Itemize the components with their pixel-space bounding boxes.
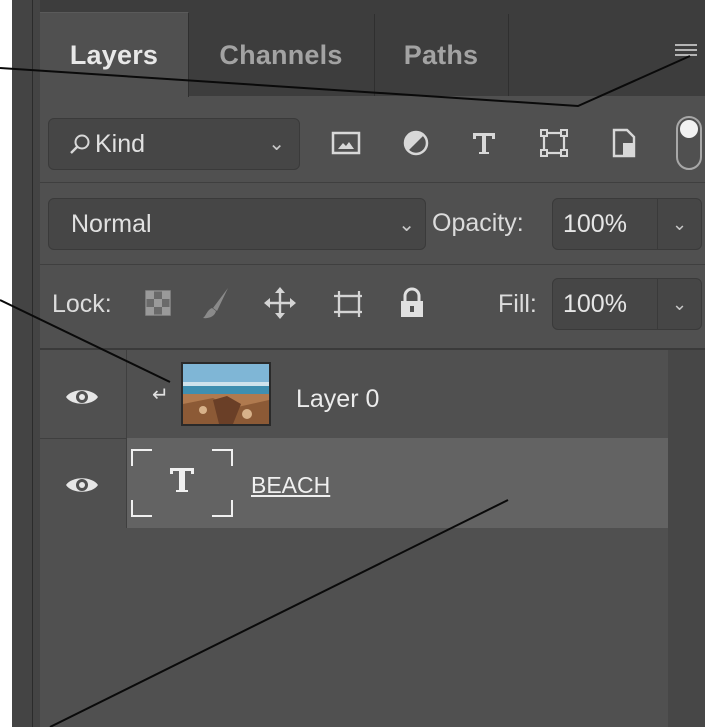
smart-object-filter-icon[interactable]: [604, 123, 644, 163]
fill-value[interactable]: 100%: [553, 279, 658, 329]
lock-image-pixels-icon[interactable]: [196, 283, 236, 323]
clipping-mask-icon: ↵: [152, 384, 169, 406]
layer-name[interactable]: BEACH: [251, 472, 330, 499]
image-filter-icon[interactable]: [326, 123, 366, 163]
lock-all-icon[interactable]: [392, 283, 432, 323]
lock-position-icon[interactable]: [260, 283, 300, 323]
visibility-column: [40, 350, 127, 528]
fill-field[interactable]: 100% ⌄: [552, 278, 702, 330]
chevron-down-icon[interactable]: ⌄: [658, 214, 701, 235]
panel-menu-icon[interactable]: [675, 44, 697, 62]
lock-transparent-pixels-icon[interactable]: [138, 283, 178, 323]
type-filter-icon[interactable]: [464, 123, 504, 163]
layer-thumbnail: [181, 362, 271, 426]
tab-channels[interactable]: Channels: [188, 14, 375, 96]
chevron-down-icon: ⌄: [268, 133, 285, 155]
opacity-field[interactable]: 100% ⌄: [552, 198, 702, 250]
scrollbar[interactable]: [668, 350, 705, 727]
opacity-label: Opacity:: [432, 209, 524, 237]
tab-bar: Layers Channels Paths: [40, 0, 705, 97]
blend-mode-dropdown[interactable]: Normal ⌄: [48, 198, 426, 250]
tab-paths[interactable]: Paths: [374, 14, 509, 96]
adjustment-filter-icon[interactable]: [396, 123, 436, 163]
eye-icon[interactable]: [64, 474, 100, 496]
eye-icon[interactable]: [64, 386, 100, 408]
shape-filter-icon[interactable]: [534, 123, 574, 163]
layer-name[interactable]: Layer 0: [296, 385, 379, 414]
filter-kind-label: Kind: [95, 129, 146, 158]
filter-toggle-icon[interactable]: [676, 116, 702, 170]
chevron-down-icon: ⌄: [398, 214, 415, 236]
opacity-value[interactable]: 100%: [553, 199, 658, 249]
panel-left-edge: [12, 0, 40, 727]
filter-kind-dropdown[interactable]: Kind ⌄: [48, 118, 300, 170]
layers-panel: Layers Channels Paths Kind ⌄ Normal ⌄ Op…: [40, 0, 705, 727]
fill-label: Fill:: [498, 290, 537, 318]
tab-layers[interactable]: Layers: [40, 12, 189, 97]
text-layer-thumbnail: [131, 449, 233, 517]
lock-label: Lock:: [52, 290, 112, 318]
blend-mode-label: Normal: [71, 209, 152, 238]
search-icon: [70, 134, 90, 154]
chevron-down-icon[interactable]: ⌄: [658, 294, 701, 315]
lock-artboard-icon[interactable]: [328, 283, 368, 323]
